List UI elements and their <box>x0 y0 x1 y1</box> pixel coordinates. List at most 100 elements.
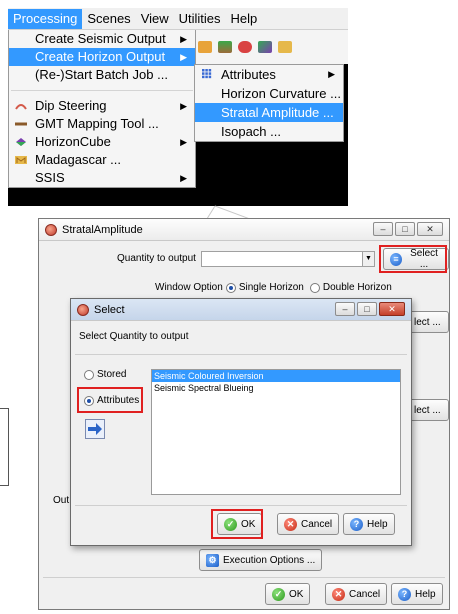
minimize-button[interactable]: – <box>335 302 355 316</box>
help-button[interactable]: ? Help <box>343 513 395 535</box>
submenu-arrow-icon: ▶ <box>180 52 187 62</box>
close-button[interactable]: ✕ <box>379 302 405 316</box>
maximize-button[interactable]: □ <box>395 222 415 236</box>
toolbar-strip <box>194 30 348 64</box>
madagascar-icon <box>15 156 27 164</box>
cancel-button[interactable]: ✕ Cancel <box>325 583 388 605</box>
quantity-list[interactable]: Seismic Coloured Inversion Seismic Spect… <box>151 369 401 495</box>
submenu-item-attributes[interactable]: Attributes ▶ <box>195 65 343 84</box>
menu-item-label: SSIS <box>35 170 65 185</box>
submenu-arrow-icon: ▶ <box>180 101 187 111</box>
double-horizon-label: Double Horizon <box>322 282 392 293</box>
toolbar-icon[interactable] <box>278 41 292 53</box>
help-label: Help <box>367 518 388 530</box>
menu-item-gmt-mapping-tool[interactable]: GMT Mapping Tool ... <box>9 115 195 133</box>
window-option-row: Window Option Single Horizon Double Hori… <box>155 282 392 293</box>
maximize-button[interactable]: □ <box>357 302 377 316</box>
menu-item-horizoncube[interactable]: HorizonCube ▶ <box>9 133 195 151</box>
toolbar-icon[interactable] <box>238 41 252 53</box>
title-bar: StratalAmplitude – □ ✕ <box>39 219 449 241</box>
submenu-item-label: Attributes <box>221 67 276 82</box>
menu-item-label: (Re-)Start Batch Job ... <box>35 67 168 82</box>
chevron-down-icon[interactable]: ▼ <box>362 252 374 266</box>
list-item[interactable]: Seismic Coloured Inversion <box>152 370 400 382</box>
arrow-right-icon <box>88 423 102 435</box>
window-controls: – □ ✕ <box>335 302 405 316</box>
menu-utilities[interactable]: Utilities <box>174 9 226 29</box>
menu-item-label: Dip Steering <box>35 98 107 113</box>
window-controls: – □ ✕ <box>373 222 443 236</box>
select-dialog: Select – □ ✕ Select Quantity to output S… <box>70 298 412 546</box>
menu-separator <box>11 84 193 91</box>
submenu-item-horizon-curvature[interactable]: Horizon Curvature ... <box>195 84 343 103</box>
horizon-output-submenu: Attributes ▶ Horizon Curvature ... Strat… <box>194 64 344 142</box>
menu-help[interactable]: Help <box>226 9 263 29</box>
cancel-icon: ✕ <box>284 517 297 531</box>
quantity-combo[interactable]: ▼ <box>201 251 375 267</box>
single-horizon-label: Single Horizon <box>238 282 304 293</box>
heading-row: Select Quantity to output <box>79 331 189 342</box>
double-horizon-radio[interactable] <box>309 282 320 293</box>
submenu-item-isopach[interactable]: Isopach ... <box>195 122 343 141</box>
dialog-title: Select <box>94 303 125 316</box>
menu-item-label: HorizonCube <box>35 134 111 149</box>
submenu-item-stratal-amplitude[interactable]: Stratal Amplitude ... <box>195 103 343 122</box>
toolbar-icon[interactable] <box>198 41 212 53</box>
app-icon <box>45 223 57 236</box>
app-icon <box>77 303 89 316</box>
submenu-item-label: Horizon Curvature ... <box>221 86 341 101</box>
check-icon: ✓ <box>272 587 285 601</box>
processing-menu: Create Seismic Output ▶ Create Horizon O… <box>8 30 196 188</box>
menu-item-label: Madagascar ... <box>35 152 121 167</box>
submenu-arrow-icon: ▶ <box>180 34 187 44</box>
menu-item-ssis[interactable]: SSIS ▶ <box>9 169 195 187</box>
menu-view[interactable]: View <box>136 9 174 29</box>
horizoncube-icon <box>16 138 26 146</box>
menu-item-create-horizon-output[interactable]: Create Horizon Output ▶ <box>9 48 195 66</box>
menu-item-create-seismic-output[interactable]: Create Seismic Output ▶ <box>9 30 195 48</box>
select-button-label: lect ... <box>414 404 441 416</box>
callout-highlight <box>379 245 447 273</box>
title-bar: Select – □ ✕ <box>71 299 411 321</box>
menu-item-restart-batch-job[interactable]: (Re-)Start Batch Job ... <box>9 66 195 84</box>
gmt-icon <box>15 122 27 126</box>
select-heading: Select Quantity to output <box>79 331 189 342</box>
stored-radio[interactable] <box>84 369 94 380</box>
attribute-set-button[interactable] <box>85 419 105 439</box>
menu-scenes[interactable]: Scenes <box>82 9 135 29</box>
ok-label: OK <box>289 588 304 600</box>
close-button[interactable]: ✕ <box>417 222 443 236</box>
submenu-arrow-icon: ▶ <box>180 137 187 147</box>
menu-bar: Processing Scenes View Utilities Help <box>8 8 348 30</box>
divider <box>75 505 407 506</box>
grid-icon <box>202 69 212 79</box>
single-horizon-radio[interactable] <box>225 282 236 293</box>
submenu-item-label: Stratal Amplitude ... <box>221 105 334 120</box>
menu-item-dip-steering[interactable]: Dip Steering ▶ <box>9 97 195 115</box>
toolbar-icon[interactable] <box>218 41 232 53</box>
select-button-partial[interactable]: lect ... <box>409 399 449 421</box>
menu-item-label: Create Horizon Output <box>35 49 166 64</box>
help-icon: ? <box>398 587 411 601</box>
select-button-partial[interactable]: lect ... <box>409 311 449 333</box>
divider <box>43 577 445 578</box>
toolbar-icon[interactable] <box>258 41 272 53</box>
minimize-button[interactable]: – <box>373 222 393 236</box>
menu-item-madagascar[interactable]: Madagascar ... <box>9 151 195 169</box>
ok-button[interactable]: ✓ OK <box>265 583 311 605</box>
menu-processing[interactable]: Processing <box>8 8 83 29</box>
cancel-label: Cancel <box>301 518 333 530</box>
quantity-row: Quantity to output <box>117 253 196 264</box>
quantity-label: Quantity to output <box>117 253 196 264</box>
stored-option[interactable]: Stored <box>81 369 126 380</box>
output-label-obscured: Out <box>53 495 70 506</box>
help-button[interactable]: ? Help <box>391 583 443 605</box>
cancel-button[interactable]: ✕ Cancel <box>277 513 340 535</box>
cancel-icon: ✕ <box>332 587 345 601</box>
stored-label: Stored <box>97 369 127 380</box>
divider <box>75 354 407 355</box>
submenu-arrow-icon: ▶ <box>180 173 187 183</box>
dip-steering-icon <box>15 104 27 110</box>
list-item[interactable]: Seismic Spectral Blueing <box>152 382 400 394</box>
execution-options-button[interactable]: ⚙ Execution Options ... <box>199 549 323 571</box>
